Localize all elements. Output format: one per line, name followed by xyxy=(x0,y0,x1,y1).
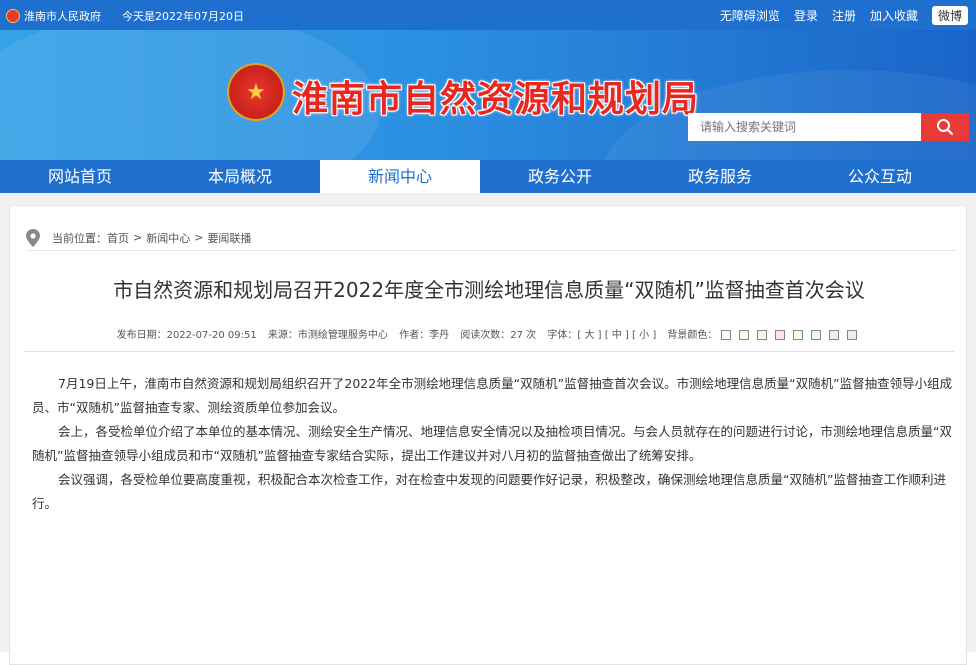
add-favorite-link[interactable]: 加入收藏 xyxy=(870,7,918,24)
paragraph: 7月19日上午，淮南市自然资源和规划局组织召开了2022年全市测绘地理信息质量“… xyxy=(32,376,953,415)
nav-item-news[interactable]: 新闻中心 xyxy=(320,160,480,193)
top-links: 无障碍浏览 登录 注册 加入收藏 微博 xyxy=(706,6,968,25)
author: 作者：李丹 xyxy=(399,330,450,341)
search-icon xyxy=(937,119,954,136)
bg-color-swatch[interactable] xyxy=(739,330,750,340)
national-emblem-icon: ★ xyxy=(227,63,285,121)
bg-color-swatch[interactable] xyxy=(775,330,786,340)
breadcrumb: 当前位置： 首页 > 新闻中心 > 要闻联播 xyxy=(26,225,956,251)
search-input[interactable] xyxy=(688,113,921,141)
breadcrumb-sep: > xyxy=(133,231,143,244)
breadcrumb-current[interactable]: 要闻联播 xyxy=(207,230,251,246)
bg-color-swatch[interactable] xyxy=(829,330,840,340)
header-banner: ★ 淮南市自然资源和规划局 xyxy=(0,30,976,160)
search-button[interactable] xyxy=(921,113,969,141)
article-title: 市自然资源和规划局召开2022年度全市测绘地理信息质量“双随机”监督抽查首次会议 xyxy=(113,278,865,302)
font-large-button[interactable]: 大 xyxy=(584,330,594,341)
nav-item-home[interactable]: 网站首页 xyxy=(0,160,160,193)
location-pin-icon xyxy=(26,228,40,247)
font-medium-button[interactable]: 中 xyxy=(612,330,622,341)
login-link[interactable]: 登录 xyxy=(794,7,818,24)
accessibility-link[interactable]: 无障碍浏览 xyxy=(720,7,780,24)
gov-link[interactable]: 淮南市人民政府 xyxy=(6,8,101,24)
main-nav: 网站首页 本局概况 新闻中心 政务公开 政务服务 公众互动 xyxy=(0,160,976,193)
article-meta: 发布日期：2022-07-20 09:51 来源：市测绘管理服务中心 作者：李丹… xyxy=(10,326,968,341)
date-text: 今天是2022年07月20日 xyxy=(122,10,244,23)
breadcrumb-sep: > xyxy=(194,231,204,244)
breadcrumb-news[interactable]: 新闻中心 xyxy=(146,230,190,246)
bg-color-swatch[interactable] xyxy=(811,330,822,340)
source: 来源：市测绘管理服务中心 xyxy=(267,330,388,341)
site-title: 淮南市自然资源和规划局 xyxy=(292,78,700,120)
nav-item-about[interactable]: 本局概况 xyxy=(160,160,320,193)
nav-item-gov-affairs[interactable]: 政务公开 xyxy=(480,160,640,193)
paragraph: 会议强调，各受检单位要高度重视，积极配合本次检查工作，对在检查中发现的问题要作好… xyxy=(32,472,946,511)
nav-item-gov-services[interactable]: 政务服务 xyxy=(640,160,800,193)
bg-color-swatch[interactable] xyxy=(757,330,768,340)
top-bar: 淮南市人民政府 今天是2022年07月20日 无障碍浏览 登录 注册 加入收藏 … xyxy=(0,0,976,30)
emblem-mini-icon xyxy=(6,9,20,23)
font-size-control: 字体：[ 大 ] [ 中 ] [ 小 ] xyxy=(547,330,657,341)
bg-color-swatch[interactable] xyxy=(793,330,804,340)
bg-color-swatch[interactable] xyxy=(847,330,858,340)
article-body: 7月19日上午，淮南市自然资源和规划局组织召开了2022年全市测绘地理信息质量“… xyxy=(32,372,962,516)
register-link[interactable]: 注册 xyxy=(832,7,856,24)
view-count: 阅读次数：27 次 xyxy=(460,330,537,341)
paragraph: 会上，各受检单位介绍了本单位的基本情况、测绘安全生产情况、地理信息安全情况以及抽… xyxy=(32,424,952,463)
breadcrumb-home[interactable]: 首页 xyxy=(107,230,129,246)
bg-color-swatch[interactable] xyxy=(721,330,732,340)
content-wrap: 当前位置： 首页 > 新闻中心 > 要闻联播 市自然资源和规划局召开2022年度… xyxy=(0,193,976,665)
breadcrumb-prefix: 当前位置： xyxy=(52,231,107,245)
gov-link-label: 淮南市人民政府 xyxy=(24,10,101,23)
nav-item-interaction[interactable]: 公众互动 xyxy=(800,160,960,193)
weibo-button[interactable]: 微博 xyxy=(931,6,968,25)
publish-date: 发布日期：2022-07-20 09:51 xyxy=(116,330,257,341)
search-box xyxy=(688,113,969,141)
font-small-button[interactable]: 小 xyxy=(639,330,649,341)
bg-color-control: 背景颜色： xyxy=(667,330,861,341)
article-panel: 当前位置： 首页 > 新闻中心 > 要闻联播 市自然资源和规划局召开2022年度… xyxy=(9,205,967,665)
